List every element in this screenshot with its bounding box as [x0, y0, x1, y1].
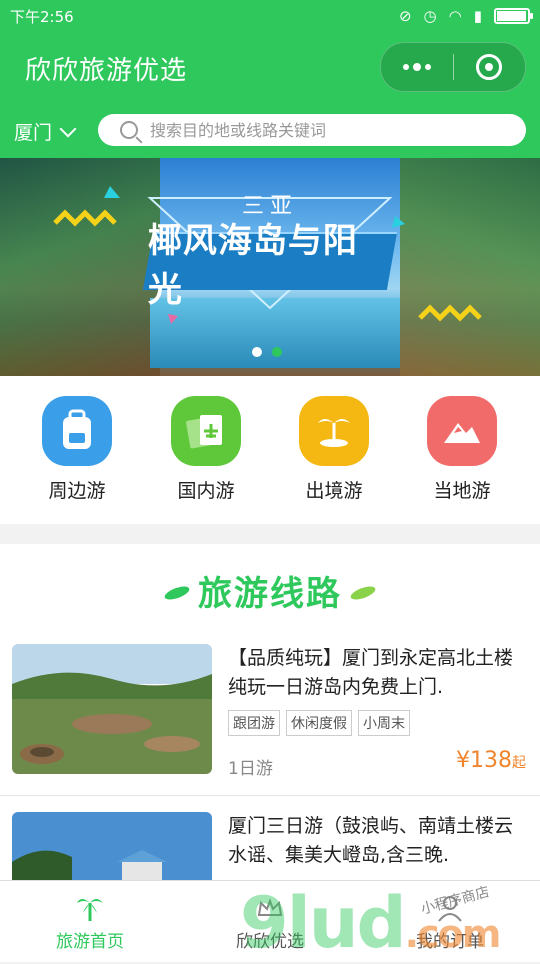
route-card[interactable]: 【品质纯玩】厦门到永定高北土楼纯玩一日游岛内免费上门. 跟团游 休闲度假 小周末… — [0, 644, 540, 794]
more-options-button[interactable] — [381, 43, 453, 91]
close-miniprogram-button[interactable] — [454, 43, 526, 91]
status-icons: ⊘ ◷ ◠ ▮ — [398, 7, 533, 25]
city-label: 厦门 — [14, 122, 53, 144]
tab-home[interactable]: 旅游首页 — [0, 881, 180, 961]
route-tag: 跟团游 — [228, 710, 280, 736]
search-icon — [120, 121, 138, 139]
city-selector[interactable]: 厦门 — [14, 118, 77, 145]
alarm-icon: ◷ — [423, 7, 437, 25]
tab-label: 旅游首页 — [56, 932, 124, 952]
status-bar: 下午2:56 ⊘ ◷ ◠ ▮ — [0, 0, 540, 32]
route-tag: 休闲度假 — [286, 710, 352, 736]
section-title: 旅游线路 — [198, 574, 342, 614]
watermark-suffix: .com — [404, 912, 502, 956]
category-label: 出境游 — [305, 480, 363, 502]
banner-dot-active[interactable] — [272, 347, 282, 357]
banner-title-text: 椰风海岛与阳光 — [147, 221, 358, 310]
category-grid: 周边游 国内游 出境游 当地游 — [0, 376, 540, 524]
route-price: ¥138起 — [456, 748, 526, 773]
route-tags: 跟团游 休闲度假 小周末 — [228, 710, 410, 736]
chevron-down-icon — [59, 120, 77, 137]
category-outbound[interactable]: 出境游 — [289, 396, 379, 503]
category-label: 周边游 — [48, 480, 106, 502]
target-icon — [476, 54, 503, 80]
route-thumbnail — [12, 644, 212, 774]
title-bar: 欣欣旅游优选 — [0, 32, 540, 102]
promo-banner[interactable]: 三亚 椰风海岛与阳光 — [0, 158, 540, 376]
route-title: 【品质纯玩】厦门到永定高北土楼纯玩一日游岛内免费上门. — [228, 647, 514, 698]
category-nearby[interactable]: 周边游 — [32, 396, 122, 503]
banner-dot[interactable] — [252, 347, 262, 357]
miniprogram-capsule — [380, 42, 526, 92]
category-local[interactable]: 当地游 — [417, 396, 507, 503]
price-suffix: 起 — [512, 755, 526, 771]
battery-icon — [494, 8, 533, 24]
route-duration: 1日游 — [228, 759, 273, 779]
search-input[interactable] — [148, 119, 512, 141]
route-title: 厦门三日游（鼓浪屿、南靖土楼云水谣、集美大嶝岛,含三晚. — [228, 815, 514, 866]
routes-section: 旅游线路 【品质纯玩】厦门到永定高北土楼纯玩一日游岛内免费上门. 跟团游 休闲度… — [0, 544, 540, 962]
backpack-icon — [42, 396, 112, 466]
route-tag: 小周末 — [358, 710, 410, 736]
palm-tree-icon — [75, 893, 105, 923]
signal-icon: ▮ — [473, 7, 482, 25]
category-label: 国内游 — [177, 480, 235, 502]
category-label: 当地游 — [433, 480, 491, 502]
banner-title: 椰风海岛与阳光 — [142, 221, 398, 310]
banner-pagination — [252, 347, 282, 357]
tulou-photo — [12, 644, 212, 774]
search-box[interactable] — [98, 114, 526, 146]
price-value: ¥138 — [456, 748, 512, 773]
watermark-main: 9lud — [240, 882, 407, 964]
ticket-plane-icon — [171, 396, 241, 466]
divider — [0, 795, 540, 796]
mountain-icon — [427, 396, 497, 466]
mute-icon: ⊘ — [398, 7, 412, 25]
category-domestic[interactable]: 国内游 — [161, 396, 251, 503]
palm-island-icon — [299, 396, 369, 466]
page-title: 欣欣旅游优选 — [25, 56, 188, 86]
wifi-icon: ◠ — [448, 7, 462, 25]
status-time: 下午2:56 — [10, 7, 74, 26]
search-row: 厦门 — [0, 102, 540, 158]
